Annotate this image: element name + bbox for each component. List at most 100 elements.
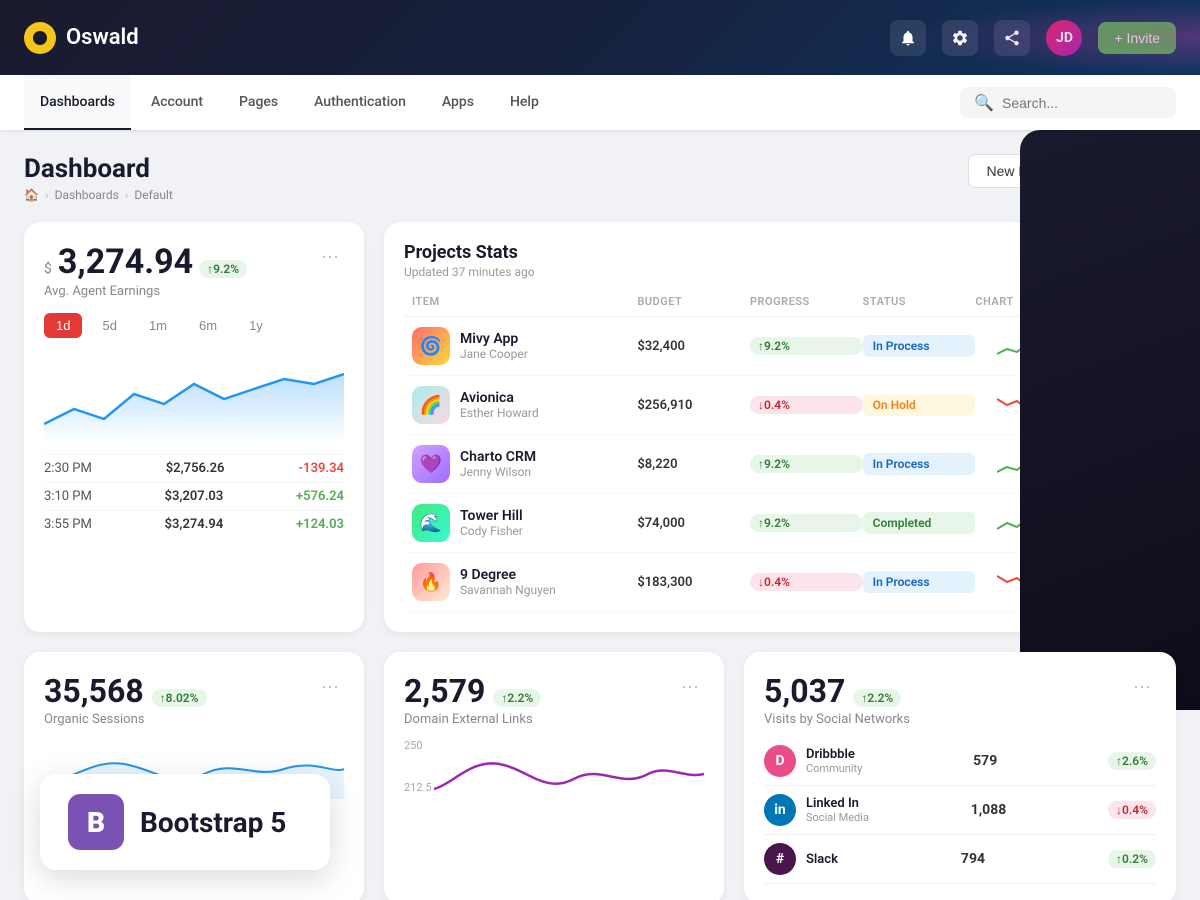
social-info: in Linked In Social Media: [764, 794, 869, 826]
domain-card: 2,579 ↑2.2% Domain External Links ··· 25…: [384, 652, 724, 900]
social-row: D Dribbble Community 579 ↑2.6%: [764, 737, 1156, 786]
nav-item-dashboards[interactable]: Dashboards: [24, 75, 131, 130]
social-subtitle: Visits by Social Networks: [764, 712, 910, 727]
item-progress: ↑9.2%: [750, 455, 863, 473]
search-icon: 🔍: [974, 93, 994, 112]
social-value: 1,088: [971, 802, 1007, 818]
social-name: Linked In: [806, 796, 869, 811]
stat-row: 2:30 PM $2,756.26 -139.34: [44, 454, 344, 482]
earnings-more-button[interactable]: ···: [316, 242, 344, 270]
item-name: Avionica: [460, 390, 539, 406]
breadcrumb-home: 🏠: [24, 188, 39, 202]
nav-item-account[interactable]: Account: [135, 75, 219, 130]
nav-item-help[interactable]: Help: [494, 75, 555, 130]
earnings-badge: ↑9.2%: [199, 260, 247, 278]
linkedin-icon: in: [764, 794, 796, 826]
organic-subtitle: Organic Sessions: [44, 712, 207, 727]
domain-more-button[interactable]: ···: [676, 672, 704, 700]
social-type: Social Media: [806, 811, 869, 824]
nav-item-pages[interactable]: Pages: [223, 75, 294, 130]
stat-row: 3:10 PM $3,207.03 +576.24: [44, 482, 344, 510]
bootstrap-icon: B: [68, 794, 124, 850]
item-avatar: 🌀: [412, 327, 450, 365]
notification-icon[interactable]: [890, 20, 926, 56]
nav-item-apps[interactable]: Apps: [426, 75, 490, 130]
col-progress: PROGRESS: [750, 295, 863, 308]
item-status: On Hold: [863, 394, 976, 416]
nav-items: Dashboards Account Pages Authentication …: [24, 75, 555, 130]
item-avatar: 💜: [412, 445, 450, 483]
time-filter-1y[interactable]: 1y: [237, 313, 275, 338]
nav-search: 🔍: [960, 87, 1176, 118]
item-info: 🌊 Tower Hill Cody Fisher: [412, 504, 637, 542]
slack-icon: #: [764, 843, 796, 875]
time-filters: 1d 5d 1m 6m 1y: [44, 313, 344, 338]
item-status: In Process: [863, 453, 976, 475]
share-icon[interactable]: [994, 20, 1030, 56]
item-budget: $8,220: [637, 457, 750, 472]
search-input[interactable]: [1002, 95, 1162, 111]
item-name: Tower Hill: [460, 508, 523, 524]
stat-amount: $2,756.26: [166, 461, 225, 476]
item-budget: $256,910: [637, 398, 750, 413]
settings-icon[interactable]: [942, 20, 978, 56]
social-name: Dribbble: [806, 747, 862, 762]
stat-time: 2:30 PM: [44, 461, 92, 476]
top-header: Oswald JD + Invite: [0, 0, 1200, 75]
nav-item-authentication[interactable]: Authentication: [298, 75, 422, 130]
item-person: Jane Cooper: [460, 347, 528, 361]
social-badge: ↑2.2%: [853, 689, 901, 707]
time-filter-1m[interactable]: 1m: [137, 313, 179, 338]
bootstrap-overlay: B Bootstrap 5: [40, 774, 330, 870]
page-title: Dashboard: [24, 154, 173, 184]
earnings-card: $ 3,274.94 ↑9.2% Avg. Agent Earnings ···…: [24, 222, 364, 632]
projects-title: Projects Stats: [404, 242, 535, 263]
item-name: 9 Degree: [460, 567, 556, 583]
time-filter-1d[interactable]: 1d: [44, 313, 82, 338]
cards-grid: $ 3,274.94 ↑9.2% Avg. Agent Earnings ···…: [24, 222, 1176, 632]
header-right: JD + Invite: [890, 20, 1176, 56]
item-progress: ↓0.4%: [750, 396, 863, 414]
item-avatar: 🌊: [412, 504, 450, 542]
social-row: in Linked In Social Media 1,088 ↓0.4%: [764, 786, 1156, 835]
social-value: 579: [973, 753, 997, 769]
item-progress: ↓0.4%: [750, 573, 863, 591]
avatar[interactable]: JD: [1046, 20, 1082, 56]
breadcrumb-default: Default: [134, 188, 172, 202]
social-card: 5,037 ↑2.2% Visits by Social Networks ··…: [744, 652, 1176, 900]
domain-badge: ↑2.2%: [493, 689, 541, 707]
organic-more-button[interactable]: ···: [316, 672, 344, 700]
item-status: In Process: [863, 335, 976, 357]
logo-icon: [24, 22, 56, 54]
dark-overlay: [1020, 130, 1200, 710]
domain-amount: 2,579: [404, 672, 485, 710]
item-budget: $183,300: [637, 575, 750, 590]
item-info: 🌀 Mivy App Jane Cooper: [412, 327, 637, 365]
social-type: Community: [806, 762, 862, 775]
col-status: STATUS: [863, 295, 976, 308]
item-avatar: 🔥: [412, 563, 450, 601]
item-info: 💜 Charto CRM Jenny Wilson: [412, 445, 637, 483]
item-progress: ↑9.2%: [750, 514, 863, 532]
nav-bar: Dashboards Account Pages Authentication …: [0, 75, 1200, 130]
col-budget: BUDGET: [637, 295, 750, 308]
time-filter-6m[interactable]: 6m: [187, 313, 229, 338]
invite-button[interactable]: + Invite: [1098, 22, 1176, 54]
stat-change: +124.03: [296, 517, 344, 532]
social-info: D Dribbble Community: [764, 745, 862, 777]
earnings-chart: [44, 354, 344, 444]
item-status: Completed: [863, 512, 976, 534]
stat-amount: $3,207.03: [165, 489, 224, 504]
page-header: Dashboard 🏠 › Dashboards › Default New P…: [24, 154, 1176, 202]
social-name: Slack: [806, 852, 838, 867]
item-status: In Process: [863, 571, 976, 593]
social-more-button[interactable]: ···: [1128, 672, 1156, 700]
logo-text: Oswald: [66, 25, 139, 50]
stats-rows: 2:30 PM $2,756.26 -139.34 3:10 PM $3,207…: [44, 454, 344, 538]
item-person: Cody Fisher: [460, 524, 523, 538]
item-person: Savannah Nguyen: [460, 583, 556, 597]
stat-time: 3:55 PM: [44, 517, 92, 532]
stat-row: 3:55 PM $3,274.94 +124.03: [44, 510, 344, 538]
time-filter-5d[interactable]: 5d: [90, 313, 128, 338]
dribbble-icon: D: [764, 745, 796, 777]
